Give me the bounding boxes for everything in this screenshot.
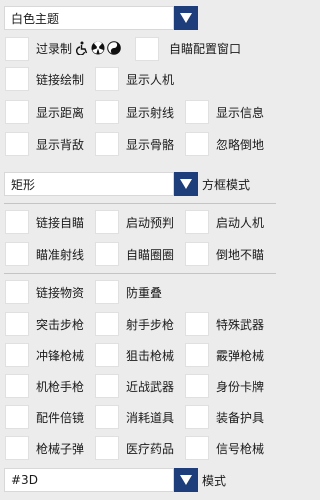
medical-checkbox[interactable] [95,436,119,460]
show-bot-label: 显示人机 [126,73,175,87]
consumables-label: 消耗道具 [126,411,175,425]
show-bot-checkbox[interactable] [95,67,119,91]
chevron-down-icon [180,179,192,189]
link-auto-aim-checkbox[interactable] [5,210,29,234]
auto-aim-window-checkbox[interactable] [135,37,159,61]
box-mode-select-value: 矩形 [11,177,36,192]
link-draw-checkbox[interactable] [5,67,29,91]
theme-select-value: 白色主题 [11,11,60,26]
box-mode-dropdown-button[interactable] [174,172,198,196]
divider [4,273,276,274]
shotgun-checkbox[interactable] [185,343,209,367]
item-mode-dropdown-button[interactable] [174,468,198,492]
theme-dropdown-button[interactable] [174,6,198,30]
aim-ray-checkbox[interactable] [5,242,29,266]
ignore-downed-label: 忽略倒地 [216,138,265,152]
id-card-checkbox[interactable] [185,374,209,398]
machine-pistol-checkbox[interactable] [5,374,29,398]
enable-prediction-checkbox[interactable] [95,210,119,234]
link-items-label: 链接物资 [36,286,85,300]
divider [4,203,276,204]
theme-select[interactable]: 白色主题 [4,6,174,30]
record-checkbox[interactable] [5,37,29,61]
ammo-label: 枪械子弹 [36,442,85,456]
armor-checkbox[interactable] [185,405,209,429]
show-ray-label: 显示射线 [126,106,175,120]
box-mode-select[interactable]: 矩形 [4,172,174,196]
item-mode-label: 模式 [202,474,227,488]
link-auto-aim-label: 链接自瞄 [36,216,85,230]
anti-overlap-checkbox[interactable] [95,280,119,304]
radiation-icon[interactable] [91,41,105,55]
special-weapon-label: 特殊武器 [216,318,265,332]
signal-gun-checkbox[interactable] [185,436,209,460]
item-mode-select-value: #3D [11,473,38,487]
machine-pistol-label: 机枪手枪 [36,380,85,394]
record-label: 过录制 [36,42,73,56]
aim-ray-label: 瞄准射线 [36,248,85,262]
wheelchair-icon[interactable] [75,41,89,55]
auto-aim-circle-checkbox[interactable] [95,242,119,266]
shotgun-label: 霰弹枪械 [216,349,265,363]
id-card-label: 身份卡牌 [216,380,265,394]
assault-rifle-label: 突击步枪 [36,318,85,332]
enable-prediction-label: 启动预判 [126,216,175,230]
melee-label: 近战武器 [126,380,175,394]
show-behind-enemy-label: 显示背敌 [36,138,85,152]
box-mode-label: 方框模式 [202,178,251,192]
marksman-rifle-label: 射手步枪 [126,318,175,332]
show-info-label: 显示信息 [216,106,265,120]
link-draw-label: 链接绘制 [36,73,85,87]
armor-label: 装备护具 [216,411,265,425]
sniper-checkbox[interactable] [95,343,119,367]
medical-label: 医疗药品 [126,442,175,456]
consumables-checkbox[interactable] [95,405,119,429]
chevron-down-icon [180,13,192,23]
chevron-down-icon [180,475,192,485]
sniper-label: 狙击枪械 [126,349,175,363]
smg-label: 冲锋枪械 [36,349,85,363]
special-weapon-checkbox[interactable] [185,312,209,336]
marksman-rifle-checkbox[interactable] [95,312,119,336]
show-skeleton-label: 显示骨骼 [126,138,175,152]
show-info-checkbox[interactable] [185,100,209,124]
downed-no-aim-label: 倒地不瞄 [216,248,265,262]
enable-bot-checkbox[interactable] [185,210,209,234]
show-distance-checkbox[interactable] [5,100,29,124]
enable-bot-label: 启动人机 [216,216,265,230]
auto-aim-circle-label: 自瞄圈圈 [126,248,175,262]
assault-rifle-checkbox[interactable] [5,312,29,336]
downed-no-aim-checkbox[interactable] [185,242,209,266]
show-distance-label: 显示距离 [36,106,85,120]
scope-label: 配件倍镜 [36,411,85,425]
show-behind-enemy-checkbox[interactable] [5,132,29,156]
ignore-downed-checkbox[interactable] [185,132,209,156]
show-skeleton-checkbox[interactable] [95,132,119,156]
signal-gun-label: 信号枪械 [216,442,265,456]
melee-checkbox[interactable] [95,374,119,398]
ammo-checkbox[interactable] [5,436,29,460]
yin-yang-icon[interactable] [107,41,121,55]
anti-overlap-label: 防重叠 [126,286,163,300]
auto-aim-window-label: 自瞄配置窗口 [169,42,242,56]
show-ray-checkbox[interactable] [95,100,119,124]
smg-checkbox[interactable] [5,343,29,367]
scope-checkbox[interactable] [5,405,29,429]
link-items-checkbox[interactable] [5,280,29,304]
item-mode-select[interactable]: #3D [4,468,174,492]
